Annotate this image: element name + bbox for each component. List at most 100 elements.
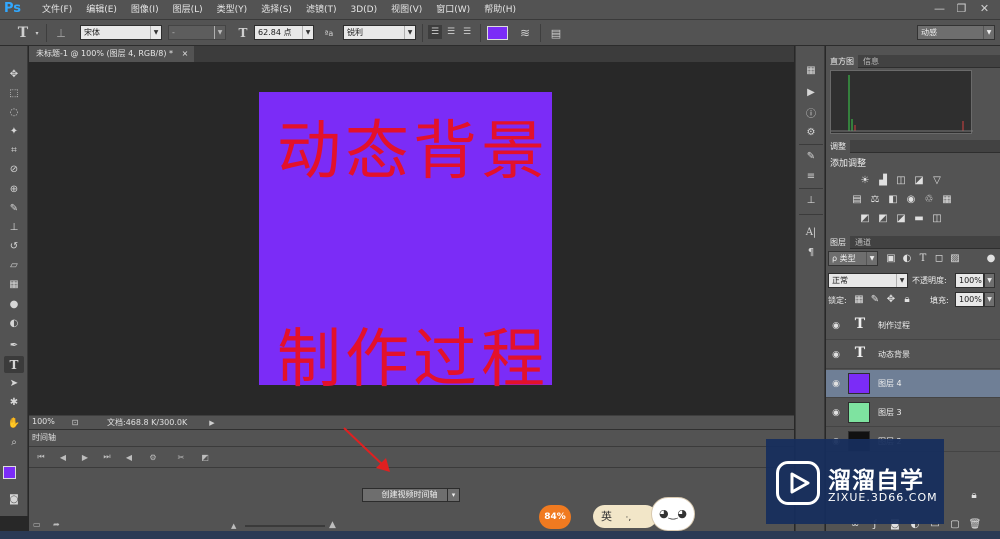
history-brush-icon[interactable]: ↺	[4, 238, 24, 255]
visibility-eye-icon[interactable]: ◉	[830, 378, 842, 390]
filter-smart-icon[interactable]: ▨	[948, 252, 962, 264]
black-white-icon[interactable]: ◧	[886, 193, 900, 205]
gradient-map-icon[interactable]: ▬	[912, 212, 926, 224]
menu-file[interactable]: 文件(F)	[35, 0, 79, 20]
exposure-icon[interactable]: ◪	[912, 174, 926, 186]
close-tab-icon[interactable]: ×	[182, 49, 189, 58]
selective-color-icon[interactable]: ◫	[930, 212, 944, 224]
chevron-down-icon[interactable]: ▼	[984, 292, 995, 307]
type-tool-preset-icon[interactable]: T	[14, 24, 32, 42]
menu-window[interactable]: 窗口(W)	[429, 0, 477, 20]
tab-info[interactable]: 信息	[859, 55, 883, 68]
font-style-select[interactable]: - ▼	[168, 25, 226, 40]
ime-mascot-icon[interactable]: ◕‿◕	[651, 497, 695, 531]
menu-view[interactable]: 视图(V)	[384, 0, 429, 20]
eraser-icon[interactable]: ▱	[4, 257, 24, 274]
filter-shape-icon[interactable]: ◻	[932, 252, 946, 264]
chevron-down-icon[interactable]: ▼	[984, 273, 995, 288]
clone-stamp-icon[interactable]: ⊥	[4, 219, 24, 236]
tab-histogram[interactable]: 直方图	[826, 55, 858, 68]
gradient-tool-icon[interactable]: ▦	[4, 276, 24, 293]
workspace-select[interactable]: 动感 ▼	[917, 25, 995, 40]
align-right-icon[interactable]: ☰	[460, 25, 474, 39]
type-tool-icon[interactable]: T	[4, 356, 24, 373]
text-color-swatch[interactable]	[487, 26, 508, 40]
clone-source-icon[interactable]: ⊥	[802, 192, 820, 208]
split-scissors-icon[interactable]: ✂	[174, 451, 188, 463]
character-panel-icon[interactable]: ▤	[547, 24, 565, 42]
paragraph-panel-icon[interactable]: ¶	[802, 244, 820, 260]
menu-layer[interactable]: 图层(L)	[166, 0, 210, 20]
transition-icon[interactable]: ◩	[198, 451, 212, 463]
lock-image-icon[interactable]: ✎	[868, 293, 882, 305]
zoom-in-mountain-icon[interactable]: ▲	[329, 520, 343, 530]
zoom-out-mountain-icon[interactable]: ▲	[231, 522, 243, 530]
layer-row[interactable]: ◉ T 制作过程	[826, 312, 1000, 340]
menu-filter[interactable]: 滤镜(T)	[299, 0, 344, 20]
font-size-select[interactable]: 62.84 点 ▼	[254, 25, 314, 40]
layer-filter-select[interactable]: ρ 类型 ▼	[828, 251, 878, 266]
share-arrow-icon[interactable]: ➦	[53, 520, 67, 530]
close-button[interactable]: ✕	[976, 1, 993, 16]
visibility-eye-icon[interactable]: ◉	[830, 407, 842, 419]
canvas-document[interactable]: 动态背景 制作过程	[259, 92, 552, 397]
opacity-input[interactable]: 100%	[955, 273, 984, 288]
create-video-timeline-button[interactable]: 创建视频时间轴	[362, 488, 457, 502]
delete-layer-icon[interactable]: 🗑︎	[968, 518, 982, 530]
minimize-button[interactable]: —	[931, 1, 948, 16]
menu-3d[interactable]: 3D(D)	[343, 0, 384, 20]
tab-layers[interactable]: 图层	[826, 236, 850, 249]
threshold-icon[interactable]: ◪	[894, 212, 908, 224]
curves-icon[interactable]: ◫	[894, 174, 908, 186]
move-tool-icon[interactable]: ✥	[4, 66, 24, 83]
menu-edit[interactable]: 编辑(E)	[79, 0, 124, 20]
foreground-color-swatch[interactable]	[3, 466, 16, 479]
menu-help[interactable]: 帮助(H)	[477, 0, 523, 20]
play-icon[interactable]: ▶	[78, 451, 92, 463]
timeline-zoom-slider[interactable]	[245, 525, 325, 527]
lock-position-icon[interactable]: ✥	[884, 293, 898, 305]
previous-frame-icon[interactable]: ◀	[56, 451, 70, 463]
levels-icon[interactable]: ▟	[876, 174, 890, 186]
filter-adjustment-icon[interactable]: ◐	[900, 252, 914, 264]
go-first-frame-icon[interactable]: ⏮	[34, 451, 48, 463]
lock-transparent-icon[interactable]: ▦	[852, 293, 866, 305]
timeline-tab[interactable]: 时间轴	[32, 432, 68, 444]
invert-icon[interactable]: ◩	[858, 212, 872, 224]
tab-adjustments[interactable]: 调整	[826, 140, 850, 153]
posterize-icon[interactable]: ◩	[876, 212, 890, 224]
status-preview-icon[interactable]: ⊡	[67, 417, 83, 428]
audio-icon[interactable]: ◀	[122, 451, 136, 463]
status-menu-arrow-icon[interactable]: ▶	[207, 417, 217, 428]
hand-tool-icon[interactable]: ✋	[4, 415, 24, 432]
blend-mode-select[interactable]: 正常 ▼	[828, 273, 908, 288]
info-panel-icon[interactable]: ⓘ	[802, 104, 820, 120]
zoom-tool-icon[interactable]: ⌕	[4, 434, 24, 451]
marquee-tool-icon[interactable]: ⬚	[4, 85, 24, 102]
properties-panel-icon[interactable]: ⚙	[802, 124, 820, 140]
align-left-icon[interactable]: ☰	[428, 25, 442, 39]
warp-text-icon[interactable]: ≋	[516, 24, 534, 42]
document-tab[interactable]: 未标题-1 @ 100% (图层 4, RGB/8) * ×	[29, 46, 194, 62]
pen-tool-icon[interactable]: ✒	[4, 337, 24, 354]
brush-tool-icon[interactable]: ✎	[4, 200, 24, 217]
font-family-select[interactable]: 宋体 ▼	[80, 25, 162, 40]
eyedropper-icon[interactable]: ⊘	[4, 161, 24, 178]
timeline-mode-dropdown[interactable]: ▾	[447, 488, 460, 502]
character-panel-dock-icon[interactable]: A|	[802, 224, 820, 240]
magic-wand-icon[interactable]: ✦	[4, 123, 24, 140]
actions-play-icon[interactable]: ▶	[802, 84, 820, 100]
next-frame-icon[interactable]: ⏭	[100, 451, 114, 463]
menu-image[interactable]: 图像(I)	[124, 0, 166, 20]
brush-presets-icon[interactable]: ≡	[802, 168, 820, 184]
zoom-level[interactable]: 100%	[32, 417, 55, 426]
layer-row[interactable]: ◉ 图层 4	[826, 370, 1000, 398]
hue-saturation-icon[interactable]: ▤	[850, 193, 864, 205]
path-selection-icon[interactable]: ➤	[4, 375, 24, 392]
shape-tool-icon[interactable]: ✱	[4, 394, 24, 411]
healing-brush-icon[interactable]: ⊕	[4, 181, 24, 198]
quick-mask-icon[interactable]: ◙	[4, 491, 24, 508]
lasso-tool-icon[interactable]: ◌	[4, 104, 24, 121]
crop-tool-icon[interactable]: ⌗	[4, 142, 24, 159]
brightness-icon[interactable]: ☀	[858, 174, 872, 186]
